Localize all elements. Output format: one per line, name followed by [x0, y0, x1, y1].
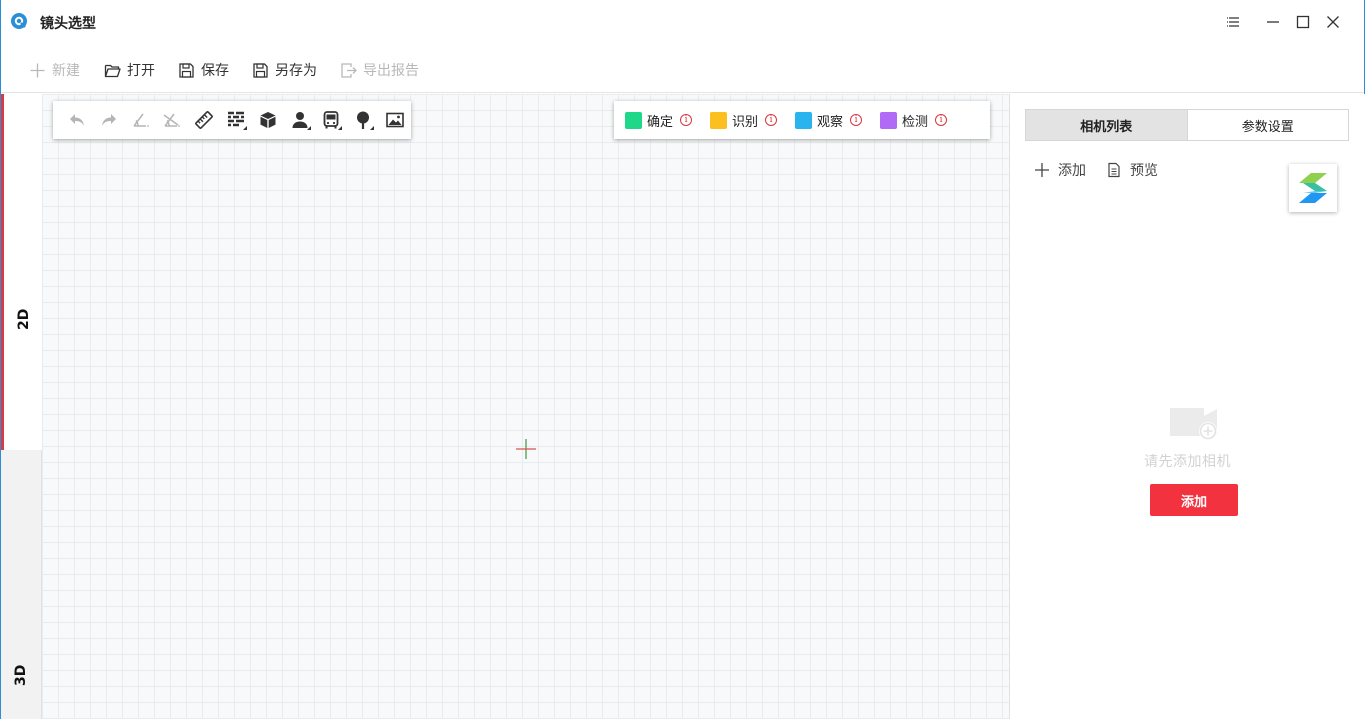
legend-swatch-detect — [880, 111, 898, 129]
angle-measure-button[interactable] — [125, 104, 157, 136]
tab-param-settings[interactable]: 参数设置 — [1186, 110, 1349, 140]
app-title: 镜头选型 — [40, 16, 96, 32]
legend-label: 观察 — [817, 114, 844, 130]
empty-state-text: 请先添加相机 — [1144, 454, 1231, 470]
tab-2d-label: 2D — [16, 308, 32, 330]
undo-icon — [69, 114, 84, 126]
image-icon — [386, 112, 404, 128]
save-button[interactable]: 保存 — [178, 60, 229, 80]
save-icon — [179, 62, 194, 78]
open-label: 打开 — [127, 63, 155, 79]
title-bar: 镜头选型 — [1, 0, 1364, 44]
minimize-button[interactable] — [1260, 10, 1286, 34]
submenu-indicator — [242, 126, 247, 130]
angle-clear-button[interactable] — [156, 104, 188, 136]
right-panel: 相机列表 参数设置 添加 预览 请先添加相机 添加 — [1009, 94, 1365, 719]
legend-item[interactable]: 观察 i — [795, 111, 863, 130]
save-as-button[interactable]: 另存为 — [252, 60, 317, 80]
tab-camera-list[interactable]: 相机列表 — [1026, 110, 1187, 140]
lens-app-icon — [11, 13, 27, 29]
wall-button[interactable] — [220, 104, 252, 136]
add-camera-placeholder-icon — [1170, 408, 1217, 440]
cube-icon — [260, 112, 276, 128]
panel-tabs: 相机列表 参数设置 — [1025, 109, 1349, 141]
open-button[interactable]: 打开 — [104, 60, 155, 80]
angle-clear-icon — [163, 113, 181, 127]
tab-2d[interactable]: 2D — [1, 94, 42, 450]
menu-icon — [1227, 17, 1239, 27]
document-icon — [1108, 162, 1120, 178]
export-report-button[interactable]: 导出报告 — [340, 60, 419, 80]
info-icon[interactable]: i — [680, 114, 693, 126]
canvas-toolbar — [53, 101, 411, 139]
coverage-legend: 确定 i 识别 i 观察 i 检测 i — [614, 101, 990, 139]
maximize-button[interactable] — [1290, 10, 1316, 34]
close-button[interactable] — [1320, 10, 1346, 34]
angle-measure-icon — [132, 113, 149, 127]
menu-button[interactable] — [1221, 10, 1247, 34]
new-button[interactable]: 新建 — [29, 60, 80, 80]
export-icon — [341, 62, 357, 78]
minimize-icon — [1267, 21, 1279, 23]
background-image-button[interactable] — [379, 104, 411, 136]
maximize-icon — [1296, 15, 1310, 29]
legend-swatch-confirm — [625, 111, 642, 129]
new-label: 新建 — [52, 63, 80, 79]
ruler-button[interactable] — [188, 104, 220, 136]
legend-label: 确定 — [647, 114, 674, 130]
origin-crosshair-icon — [516, 439, 536, 459]
legend-item[interactable]: 检测 i — [880, 111, 948, 130]
redo-icon — [101, 114, 116, 126]
legend-label: 识别 — [732, 114, 759, 130]
save-label: 保存 — [201, 63, 229, 79]
preview-action-label: 预览 — [1130, 163, 1158, 179]
folder-open-icon — [104, 64, 121, 77]
add-camera-action[interactable]: 添加 — [1034, 160, 1086, 180]
info-icon[interactable]: i — [765, 114, 778, 126]
assistant-logo-button[interactable] — [1289, 164, 1337, 212]
legend-swatch-recognize — [710, 111, 728, 129]
assistant-logo-icon — [1299, 173, 1327, 203]
legend-item[interactable]: 识别 i — [710, 111, 778, 130]
redo-button[interactable] — [93, 104, 125, 136]
add-camera-button[interactable]: 添加 — [1150, 484, 1238, 516]
plus-icon — [30, 63, 45, 77]
tab-3d[interactable]: 3D — [1, 450, 42, 719]
info-icon[interactable]: i — [935, 114, 948, 126]
main-toolbar: 新建 打开 保存 另存为 导出报告 — [1, 44, 1364, 93]
undo-button[interactable] — [61, 104, 93, 136]
add-action-label: 添加 — [1058, 163, 1086, 179]
legend-item[interactable]: 确定 i — [625, 111, 693, 130]
legend-swatch-observe — [795, 111, 813, 129]
submenu-indicator — [338, 126, 343, 130]
app-window: 镜头选型 新建 打开 保存 另存为 导出报告 2D 3D 确定 i 识别 i 观… — [0, 0, 1365, 719]
person-button[interactable] — [284, 104, 316, 136]
close-icon — [1327, 16, 1339, 28]
tab-3d-label: 3D — [13, 664, 29, 686]
cube-button[interactable] — [252, 104, 284, 136]
save-as-icon — [253, 62, 268, 78]
ruler-icon — [195, 111, 214, 129]
export-label: 导出报告 — [363, 63, 419, 79]
save-as-label: 另存为 — [275, 63, 317, 79]
info-icon[interactable]: i — [850, 114, 863, 126]
submenu-indicator — [306, 126, 311, 130]
preview-action[interactable]: 预览 — [1106, 160, 1158, 180]
submenu-indicator — [370, 126, 375, 130]
design-canvas[interactable] — [42, 94, 1009, 719]
legend-label: 检测 — [902, 114, 929, 130]
plus-icon — [1035, 163, 1049, 177]
tree-button[interactable] — [347, 104, 379, 136]
vehicle-button[interactable] — [316, 104, 348, 136]
